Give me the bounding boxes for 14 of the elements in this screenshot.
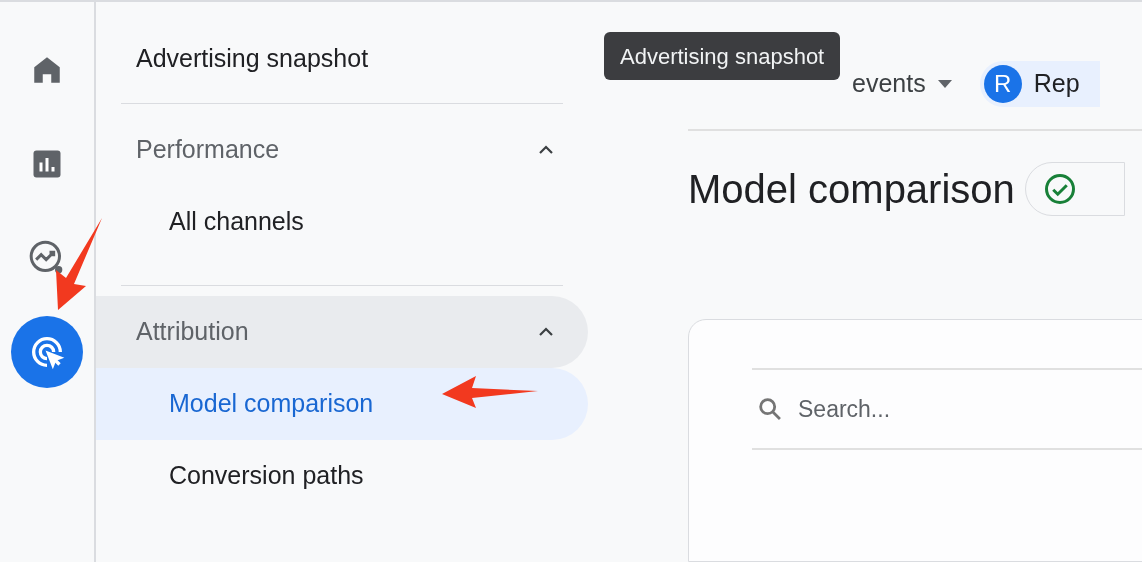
dropdown-caret-icon (937, 80, 952, 88)
avatar: R (983, 65, 1022, 103)
nav-item[interactable]: Model comparison (96, 368, 588, 440)
nav-title: Advertising snapshot (136, 43, 370, 74)
page-title: Model comparison (688, 166, 1015, 213)
nav-item[interactable]: Conversion paths (96, 440, 588, 512)
nav-item[interactable]: All channels (96, 186, 588, 258)
tooltip: Advertising snapshot (604, 32, 841, 80)
account-label: Rep (1033, 68, 1080, 100)
nav-section-header[interactable]: Attribution (96, 296, 588, 368)
nav-section-header[interactable]: Performance (96, 114, 588, 186)
account-chip[interactable]: R Rep (979, 61, 1100, 107)
search-input[interactable]: Search... (798, 391, 1098, 427)
conversion-events-dropdown[interactable]: events (852, 65, 952, 103)
